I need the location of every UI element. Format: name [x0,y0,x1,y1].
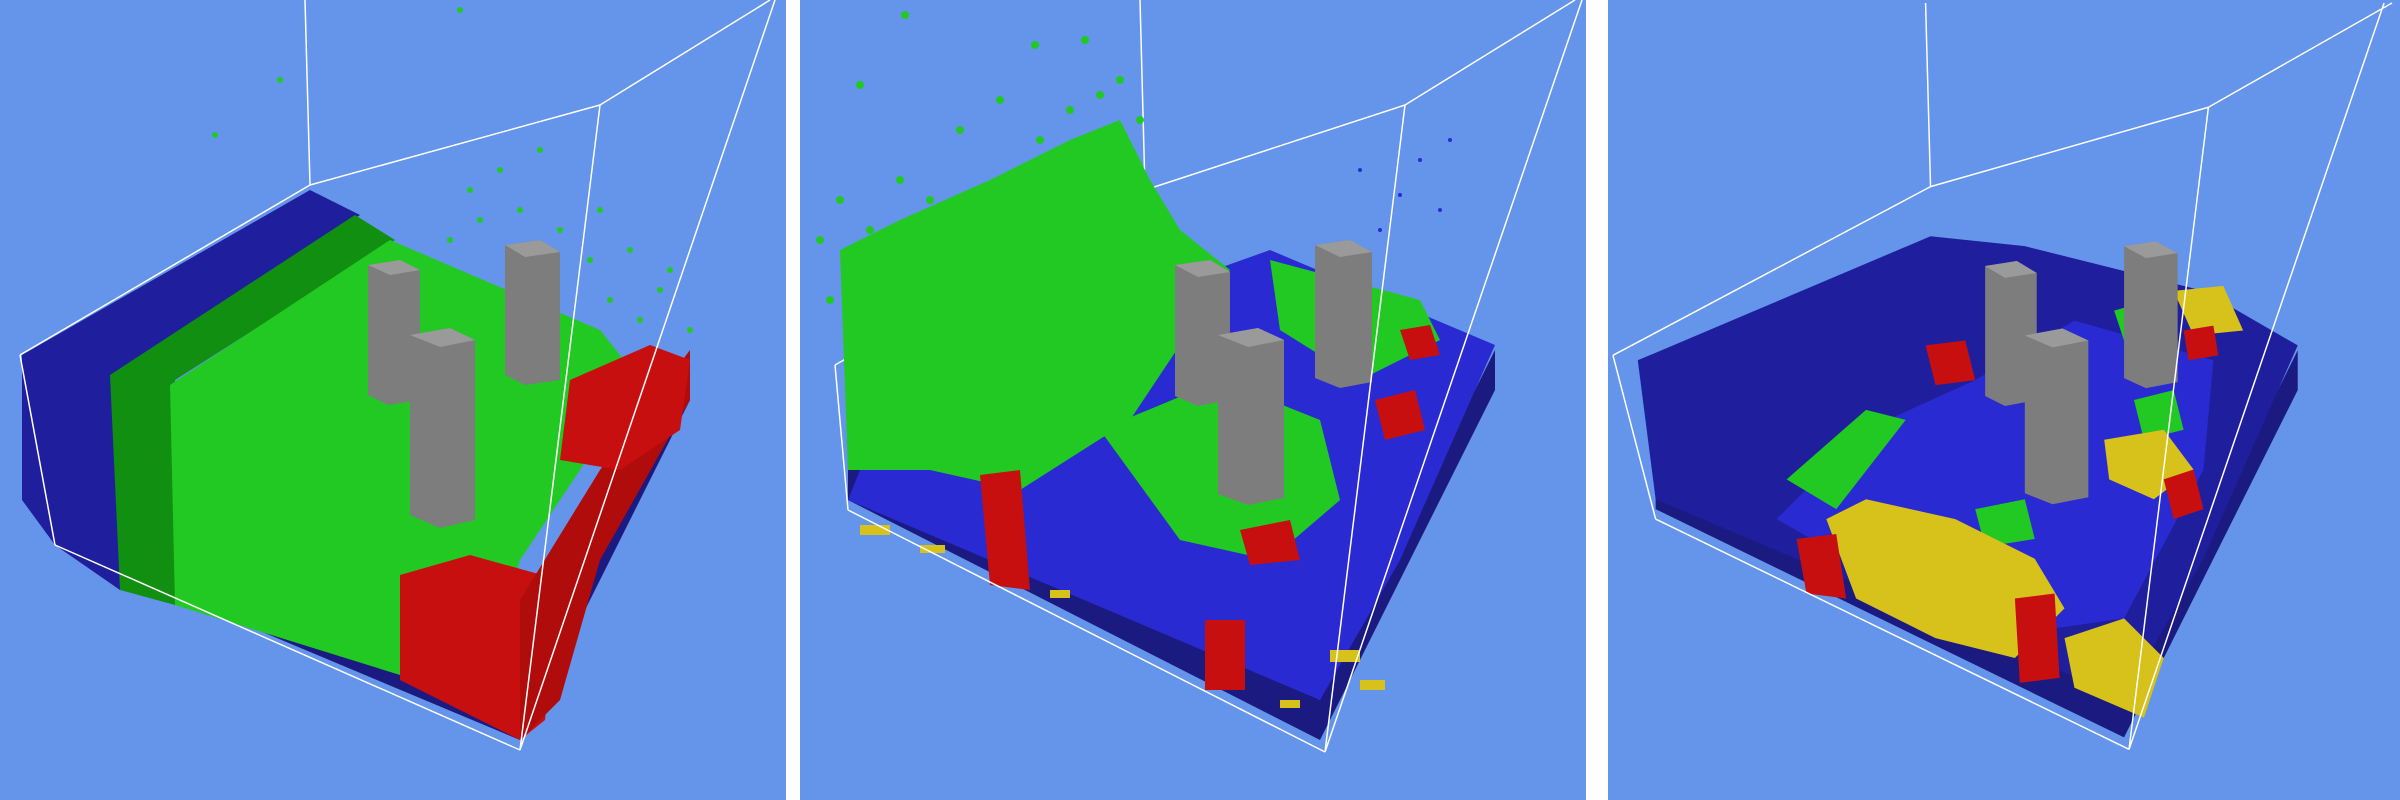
pillar-front [1218,328,1284,505]
pillar-front [410,328,475,528]
pillar-back-right [2124,241,2178,389]
simulation-panel-1 [0,0,786,800]
panel-3-render [1612,2,2393,751]
red-patch-front [1205,620,1245,690]
simulation-panel-2 [800,0,1586,800]
pillar-back-right [505,240,560,385]
panel-1-render [19,0,776,751]
panel-2-render [816,0,1583,753]
figure-strip [0,0,2400,800]
red-patch-front [2014,593,2060,683]
red-patch-far [2183,325,2219,361]
pillar-back-right [1315,240,1372,388]
pillar-front [2024,328,2089,505]
blue-spray [1358,138,1452,232]
simulation-panel-3 [1608,0,2400,800]
